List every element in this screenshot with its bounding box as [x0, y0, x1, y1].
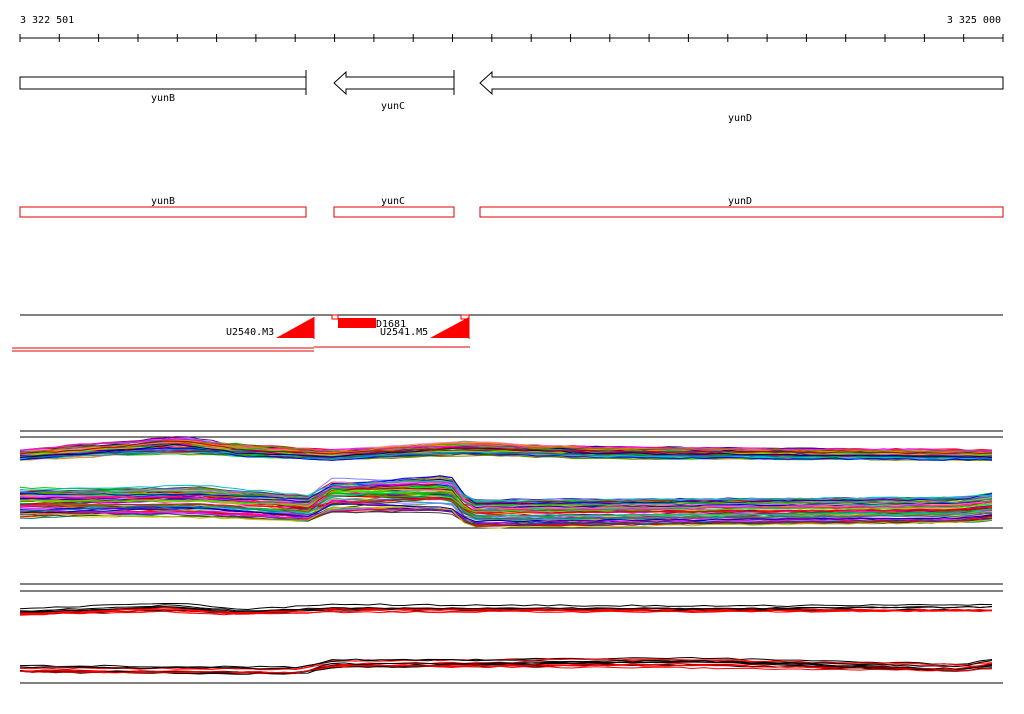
genome-browser-canvas: 3 322 501 3 325 000 yunB yunC yunD yunB … — [12, 15, 1004, 684]
gene-yunB-arrow[interactable] — [19, 76, 307, 90]
annotation-yunD-box[interactable] — [479, 206, 1004, 218]
gene-yunC-label: yunC — [381, 101, 405, 112]
annotation-yunB-label: yunB — [151, 196, 175, 207]
annotation-yunC-label: yunC — [381, 196, 405, 207]
gene-yunD-label: yunD — [728, 113, 752, 124]
axis-start-label: 3 322 501 — [20, 15, 74, 26]
regulatory-track: D1681 U2540.M3 U2541.M5 — [12, 314, 1003, 352]
promoter-U2541-triangle[interactable] — [430, 317, 469, 338]
gene-yunC-arrow[interactable] — [333, 70, 455, 96]
promoter-U2541-label: U2541.M5 — [380, 327, 428, 338]
axis-end-label: 3 325 000 — [947, 15, 1001, 26]
promoter-U2540-triangle[interactable] — [276, 317, 314, 338]
expression-track-negative-strand — [19, 475, 1003, 529]
annotation-track: yunB yunC yunD — [19, 196, 1004, 218]
coordinate-axis: 3 322 501 3 325 000 — [19, 15, 1004, 42]
summary-track-negative-strand — [19, 656, 1003, 684]
annotation-yunB-box[interactable] — [19, 206, 307, 218]
summary-track-positive-strand — [19, 583, 1003, 616]
gene-track: yunB yunC yunD — [19, 70, 1004, 124]
gene-yunB-label: yunB — [151, 93, 175, 104]
expression-track-positive-strand — [19, 430, 1003, 462]
promoter-U2540-label: U2540.M3 — [226, 327, 274, 338]
annotation-yunC-box[interactable] — [333, 206, 455, 218]
terminator-left-cap — [331, 314, 339, 320]
terminator-block[interactable] — [338, 318, 376, 328]
gene-yunD-arrow[interactable] — [479, 70, 1004, 96]
annotation-yunD-label: yunD — [728, 196, 752, 207]
